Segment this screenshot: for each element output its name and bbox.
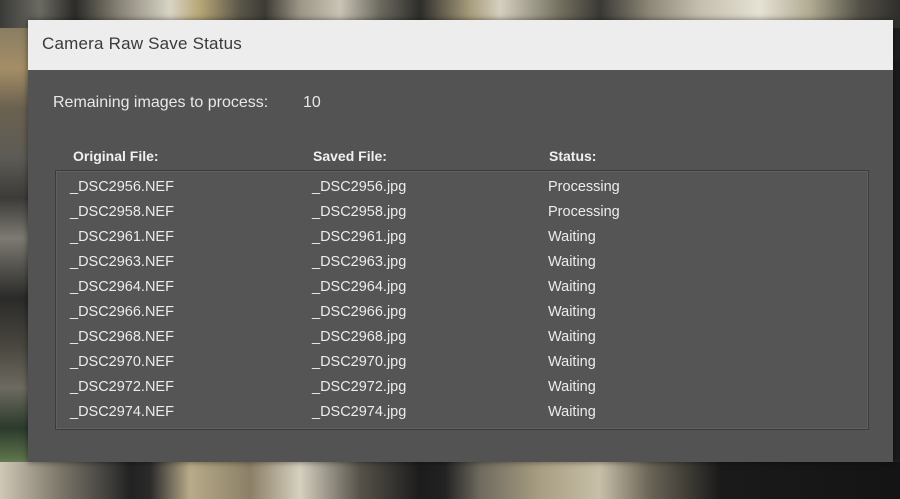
saved-file-cell: _DSC2958.jpg: [312, 204, 407, 220]
original-file-cell: _DSC2961.NEF: [70, 229, 174, 245]
remaining-images-count: 10: [303, 94, 321, 111]
status-cell: Waiting: [548, 229, 596, 245]
original-file-cell: _DSC2972.NEF: [70, 379, 174, 395]
background-photo-right: [893, 60, 900, 460]
column-header-original-file: Original File:: [73, 148, 159, 164]
table-row[interactable]: _DSC2966.NEF _DSC2966.jpg Waiting: [56, 299, 868, 324]
original-file-cell: _DSC2964.NEF: [70, 279, 174, 295]
original-file-cell: _DSC2968.NEF: [70, 329, 174, 345]
status-cell: Waiting: [548, 354, 596, 370]
saved-file-cell: _DSC2974.jpg: [312, 404, 407, 420]
background-photo-bottom: [0, 462, 900, 499]
table-row[interactable]: _DSC2963.NEF _DSC2963.jpg Waiting: [56, 249, 868, 274]
saved-file-cell: _DSC2964.jpg: [312, 279, 407, 295]
table-row[interactable]: _DSC2968.NEF _DSC2968.jpg Waiting: [56, 324, 868, 349]
status-cell: Waiting: [548, 379, 596, 395]
save-status-dialog: Camera Raw Save Status Remaining images …: [28, 20, 893, 462]
saved-file-cell: _DSC2966.jpg: [312, 304, 407, 320]
table-row[interactable]: _DSC2972.NEF _DSC2972.jpg Waiting: [56, 374, 868, 399]
status-cell: Waiting: [548, 404, 596, 420]
column-header-saved-file: Saved File:: [313, 148, 387, 164]
original-file-cell: _DSC2966.NEF: [70, 304, 174, 320]
table-row[interactable]: _DSC2974.NEF _DSC2974.jpg Waiting: [56, 399, 868, 424]
dialog-title: Camera Raw Save Status: [42, 34, 242, 53]
background-photo-left: [0, 28, 28, 499]
original-file-cell: _DSC2956.NEF: [70, 179, 174, 195]
status-cell: Waiting: [548, 279, 596, 295]
saved-file-cell: _DSC2963.jpg: [312, 254, 407, 270]
saved-file-cell: _DSC2970.jpg: [312, 354, 407, 370]
remaining-images-label: Remaining images to process:: [53, 94, 269, 111]
file-status-list[interactable]: _DSC2956.NEF _DSC2956.jpg Processing _DS…: [55, 170, 869, 430]
status-cell: Waiting: [548, 329, 596, 345]
saved-file-cell: _DSC2968.jpg: [312, 329, 407, 345]
dialog-titlebar[interactable]: Camera Raw Save Status: [28, 20, 893, 70]
column-header-status: Status:: [549, 148, 597, 164]
table-row[interactable]: _DSC2958.NEF _DSC2958.jpg Processing: [56, 199, 868, 224]
original-file-cell: _DSC2963.NEF: [70, 254, 174, 270]
saved-file-cell: _DSC2972.jpg: [312, 379, 407, 395]
saved-file-cell: _DSC2961.jpg: [312, 229, 407, 245]
table-row[interactable]: _DSC2956.NEF _DSC2956.jpg Processing: [56, 174, 868, 199]
status-cell: Waiting: [548, 304, 596, 320]
table-row[interactable]: _DSC2964.NEF _DSC2964.jpg Waiting: [56, 274, 868, 299]
original-file-cell: _DSC2958.NEF: [70, 204, 174, 220]
status-cell: Processing: [548, 204, 620, 220]
original-file-cell: _DSC2974.NEF: [70, 404, 174, 420]
table-row[interactable]: _DSC2961.NEF _DSC2961.jpg Waiting: [56, 224, 868, 249]
original-file-cell: _DSC2970.NEF: [70, 354, 174, 370]
status-cell: Waiting: [548, 254, 596, 270]
saved-file-cell: _DSC2956.jpg: [312, 179, 407, 195]
table-row[interactable]: _DSC2970.NEF _DSC2970.jpg Waiting: [56, 349, 868, 374]
status-cell: Processing: [548, 179, 620, 195]
